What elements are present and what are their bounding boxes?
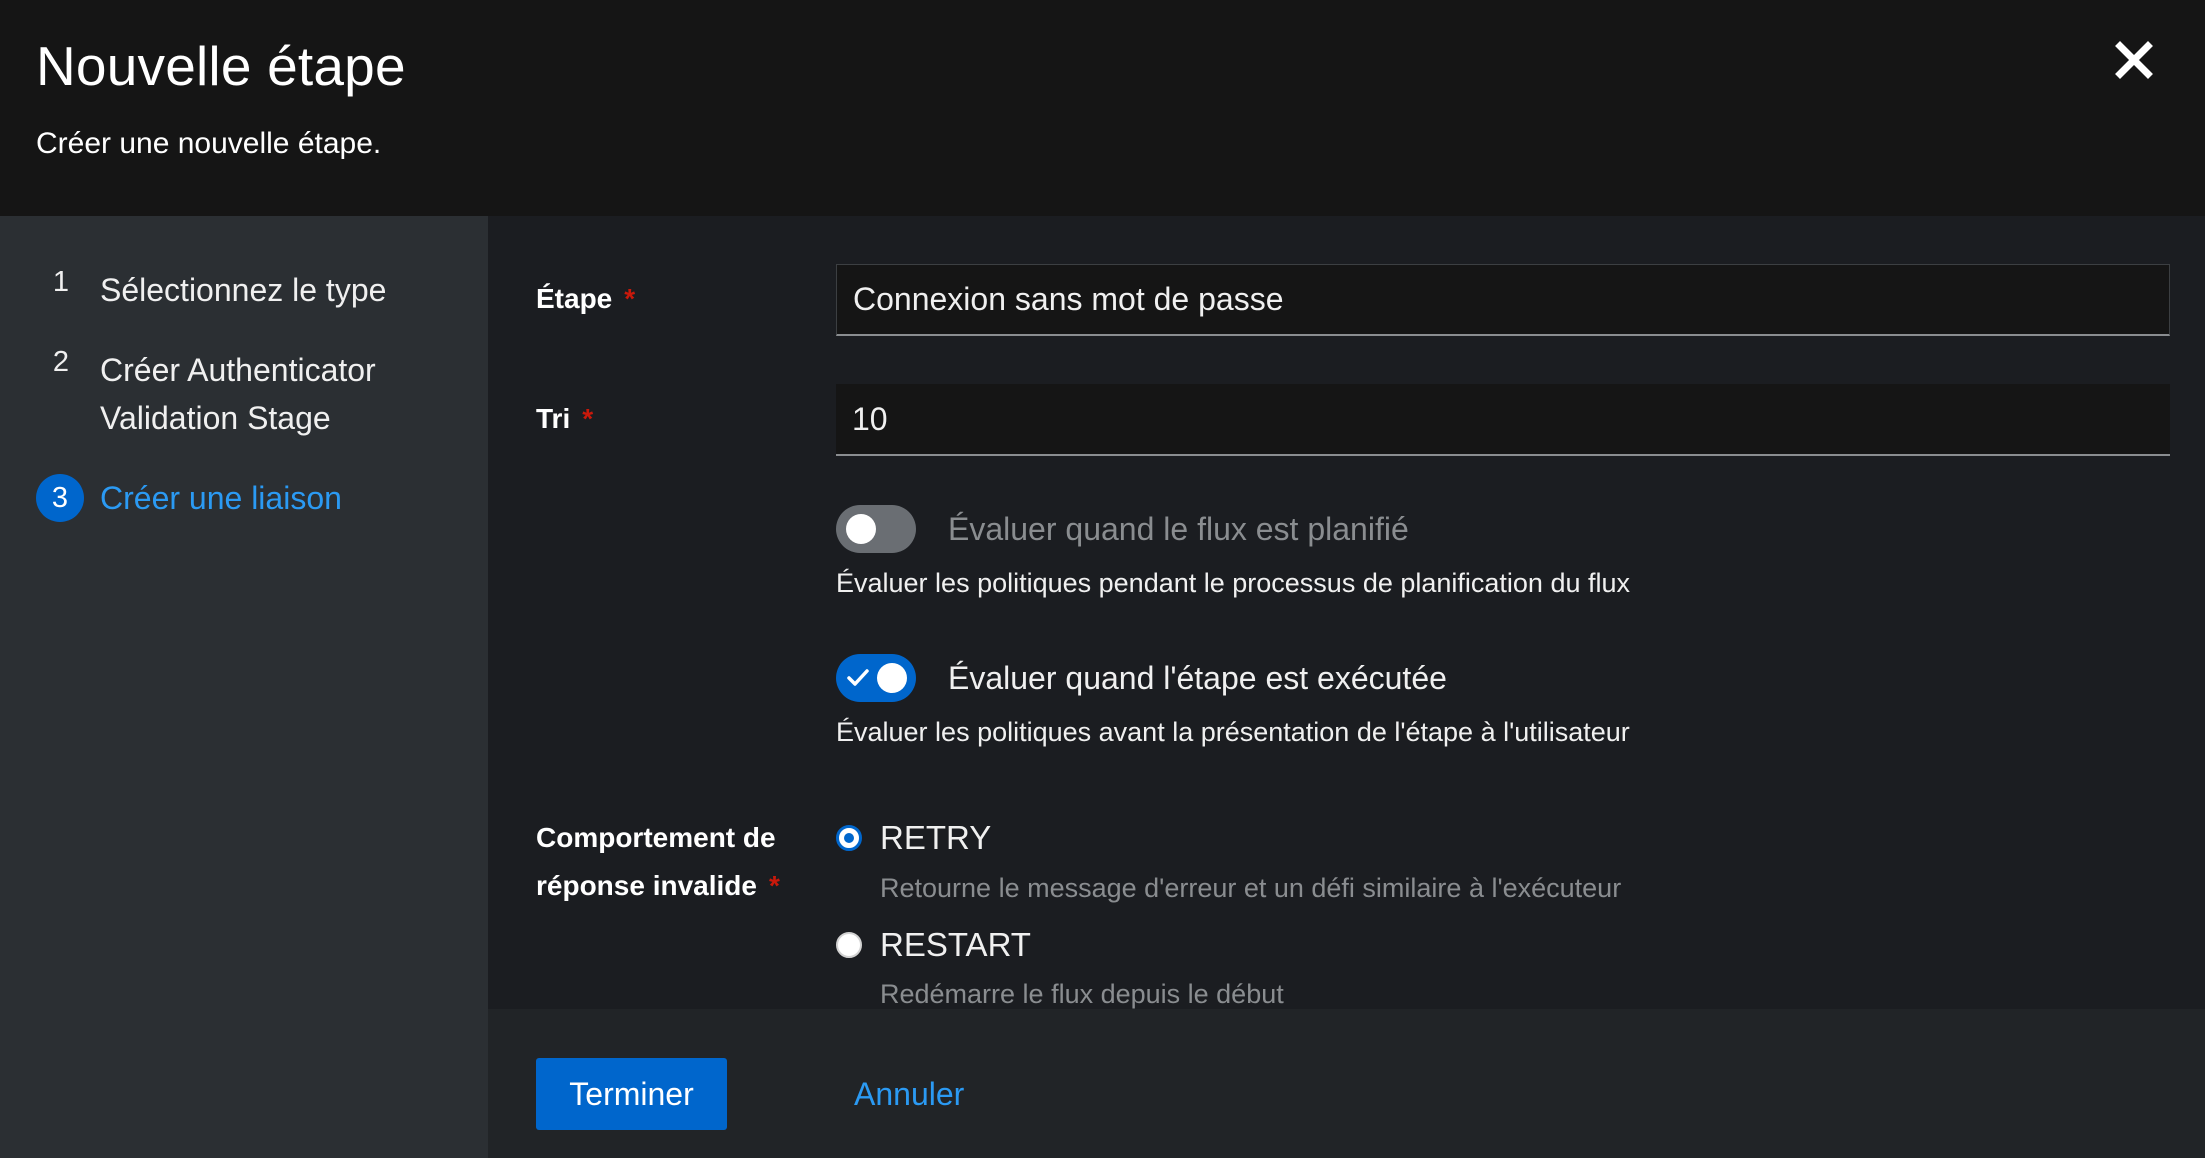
retry-radio[interactable] [836, 825, 862, 851]
stage-input[interactable] [836, 264, 2170, 336]
order-input[interactable] [836, 384, 2170, 456]
order-label-text: Tri [536, 403, 571, 434]
restart-radio[interactable] [836, 932, 862, 958]
order-field-label: Tri * [536, 395, 593, 443]
invalid-response-label: Comportement de [536, 814, 776, 862]
step-number: 2 [52, 346, 70, 378]
invalid-response-label-line1: Comportement de [536, 822, 776, 853]
invalid-response-label-line2: réponse invalide [536, 870, 757, 901]
switch-knob [846, 514, 876, 544]
wizard-modal: Nouvelle étape Créer une nouvelle étape.… [0, 0, 2205, 1158]
evaluate-on-plan-switch[interactable] [836, 505, 916, 553]
required-mark: * [768, 870, 780, 901]
wizard-nav: 1 Sélectionnez le type 2 Créer Authentic… [0, 216, 488, 1158]
step-label: Créer une liaison [100, 480, 342, 516]
wizard-title: Nouvelle étape [36, 35, 406, 97]
invalid-response-label-2: réponse invalide * [536, 862, 780, 910]
evaluate-on-plan-label: Évaluer quand le flux est planifié [948, 511, 1409, 547]
stage-field-label: Étape * [536, 275, 635, 323]
check-icon [847, 669, 869, 686]
wizard-subtitle: Créer une nouvelle étape. [36, 127, 382, 160]
close-button[interactable] [2110, 36, 2160, 86]
restart-description: Redémarre le flux depuis le début [880, 979, 1284, 1009]
wizard-header: Nouvelle étape Créer une nouvelle étape. [0, 0, 2205, 216]
cancel-button[interactable]: Annuler [854, 1058, 964, 1130]
required-mark: * [582, 403, 594, 434]
retry-description: Retourne le message d'erreur et un défi … [880, 873, 1622, 903]
step-label: Sélectionnez le type [100, 272, 387, 308]
stage-label-text: Étape [536, 283, 613, 314]
close-icon [2115, 41, 2153, 79]
restart-radio-label[interactable]: RESTART [880, 921, 1031, 969]
step-label: Créer Authenticator Validation Stage [100, 352, 376, 436]
finish-button[interactable]: Terminer [536, 1058, 727, 1130]
re-evaluate-help: Évaluer les politiques avant la présenta… [836, 717, 1630, 747]
switch-knob [877, 663, 907, 693]
step-number-current: 3 [36, 474, 84, 522]
re-evaluate-switch[interactable] [836, 654, 916, 702]
step-number: 1 [52, 266, 70, 298]
re-evaluate-label: Évaluer quand l'étape est exécutée [948, 660, 1447, 696]
required-mark: * [624, 283, 636, 314]
wizard-body: Étape * Tri * Évaluer quand le flux est pl… [488, 216, 2205, 1009]
wizard-footer: Terminer Annuler [488, 1009, 2205, 1158]
retry-radio-label[interactable]: RETRY [880, 814, 991, 862]
evaluate-on-plan-help: Évaluer les politiques pendant le proces… [836, 568, 1630, 598]
